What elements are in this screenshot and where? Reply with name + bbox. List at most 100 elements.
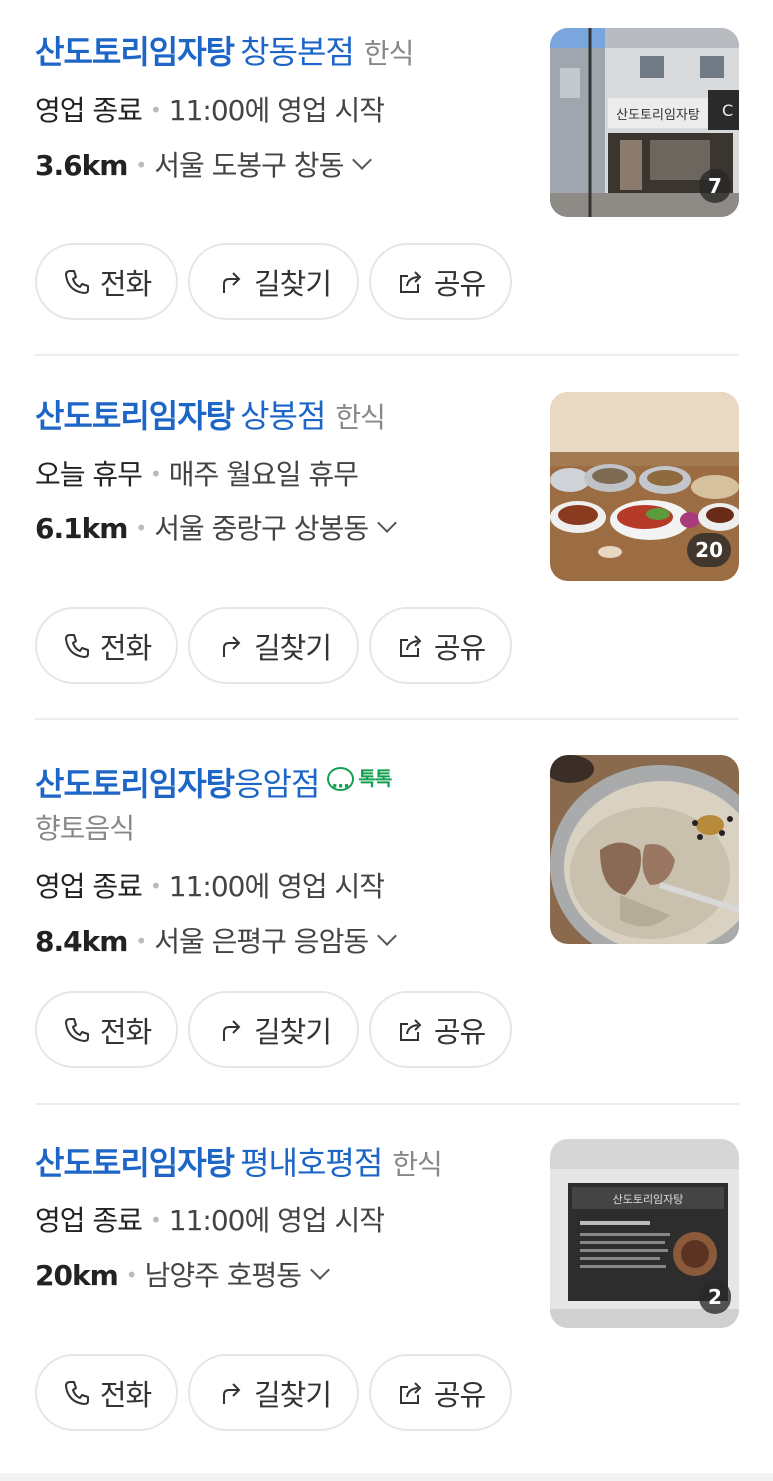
place-photo-soup[interactable] xyxy=(550,755,739,944)
phone-icon xyxy=(64,1017,89,1042)
separator-dot: • xyxy=(149,462,162,486)
svg-text:산도토리임자탕: 산도토리임자탕 xyxy=(613,1193,684,1206)
talktalk-label: 톡톡 xyxy=(358,768,392,790)
place-photo-signboard[interactable]: 산도토리임자탕 2 xyxy=(550,1139,739,1328)
place-branch-name[interactable]: 창동본점 xyxy=(240,33,355,71)
action-buttons: 전화 길찾기 공유 xyxy=(35,1354,512,1431)
place-branch-name[interactable]: 응암점 xyxy=(234,765,320,803)
place-branch-name[interactable]: 상봉점 xyxy=(240,397,326,435)
location-line[interactable]: 20km • 남양주 호평동 xyxy=(35,1255,330,1296)
action-buttons: 전화 길찾기 공유 xyxy=(35,243,512,320)
directions-button[interactable]: 길찾기 xyxy=(188,243,359,320)
share-button[interactable]: 공유 xyxy=(369,243,512,320)
place-category: 향토음식 xyxy=(35,812,135,845)
business-status: 영업 종료 xyxy=(35,94,143,127)
address: 남양주 호평동 xyxy=(144,1259,302,1292)
directions-button[interactable]: 길찾기 xyxy=(188,607,359,684)
business-status: 영업 종료 xyxy=(35,870,143,903)
share-label: 공유 xyxy=(433,630,486,665)
call-label: 전화 xyxy=(99,1014,152,1049)
share-button[interactable]: 공유 xyxy=(369,1354,512,1431)
business-hours: 영업 종료 • 11:00에 영업 시작 xyxy=(35,866,385,907)
business-status: 오늘 휴무 xyxy=(35,458,143,491)
place-title[interactable]: 산도토리임자탕 상봉점 한식 xyxy=(35,392,386,442)
directions-label: 길찾기 xyxy=(253,1377,332,1412)
call-button[interactable]: 전화 xyxy=(35,1354,178,1431)
card-divider xyxy=(35,718,739,720)
location-line[interactable]: 6.1km • 서울 중랑구 상봉동 xyxy=(35,508,397,549)
place-brand-name[interactable]: 산도토리임자탕 xyxy=(35,33,235,71)
share-label: 공유 xyxy=(433,266,486,301)
place-brand-name[interactable]: 산도토리임자탕 xyxy=(35,397,235,435)
card-divider xyxy=(35,354,739,356)
talktalk-badge[interactable]: 톡톡 xyxy=(327,755,392,811)
talktalk-icon xyxy=(327,763,355,811)
route-arrow-icon xyxy=(222,1019,241,1041)
place-title[interactable]: 산도토리임자탕 평내호평점 한식 xyxy=(35,1139,443,1189)
location-line[interactable]: 3.6km • 서울 도봉구 창동 xyxy=(35,145,373,186)
separator-dot: • xyxy=(149,874,162,898)
business-status-detail: 11:00에 영업 시작 xyxy=(168,1204,385,1237)
soup-photo xyxy=(550,755,739,944)
route-arrow-icon xyxy=(222,1382,241,1404)
phone-icon xyxy=(64,1380,89,1405)
share-icon xyxy=(399,1381,422,1404)
directions-button[interactable]: 길찾기 xyxy=(188,1354,359,1431)
chevron-down-icon[interactable] xyxy=(310,1260,330,1280)
directions-label: 길찾기 xyxy=(253,266,332,301)
share-icon xyxy=(399,634,422,657)
distance: 20km xyxy=(35,1259,119,1292)
separator-dot: • xyxy=(125,1263,138,1287)
call-label: 전화 xyxy=(99,630,152,665)
place-brand-name[interactable]: 산도토리임자탕 xyxy=(35,765,235,803)
bottom-section-separator xyxy=(0,1473,773,1481)
address: 서울 도봉구 창동 xyxy=(154,149,344,182)
directions-label: 길찾기 xyxy=(253,1014,332,1049)
place-branch-name[interactable]: 평내호평점 xyxy=(240,1144,383,1182)
address: 서울 중랑구 상봉동 xyxy=(154,512,369,545)
call-button[interactable]: 전화 xyxy=(35,991,178,1068)
business-hours: 오늘 휴무 • 매주 월요일 휴무 xyxy=(35,454,359,495)
share-label: 공유 xyxy=(433,1014,486,1049)
call-label: 전화 xyxy=(99,1377,152,1412)
share-icon xyxy=(399,270,422,293)
route-arrow-icon xyxy=(222,635,241,657)
route-arrow-icon xyxy=(222,271,241,293)
action-buttons: 전화 길찾기 공유 xyxy=(35,991,512,1068)
business-hours: 영업 종료 • 11:00에 영업 시작 xyxy=(35,1200,385,1241)
distance: 8.4km xyxy=(35,925,128,958)
place-photo-food-table[interactable]: 20 xyxy=(550,392,739,581)
chevron-down-icon[interactable] xyxy=(352,150,373,170)
photo-count-badge: 2 xyxy=(699,1280,731,1314)
place-category: 한식 xyxy=(335,401,386,434)
distance: 6.1km xyxy=(35,512,128,545)
share-button[interactable]: 공유 xyxy=(369,991,512,1068)
phone-icon xyxy=(64,269,89,294)
share-button[interactable]: 공유 xyxy=(369,607,512,684)
business-status-detail: 11:00에 영업 시작 xyxy=(168,94,385,127)
directions-button[interactable]: 길찾기 xyxy=(188,991,359,1068)
card-divider xyxy=(35,1103,739,1105)
chevron-down-icon[interactable] xyxy=(377,926,397,946)
phone-icon xyxy=(64,633,89,658)
place-brand-name[interactable]: 산도토리임자탕 xyxy=(35,1144,235,1182)
business-hours: 영업 종료 • 11:00에 영업 시작 xyxy=(35,90,385,131)
place-title[interactable]: 산도토리임자탕 창동본점 한식 xyxy=(35,28,414,78)
separator-dot: • xyxy=(149,98,162,122)
place-title[interactable]: 산도토리임자탕응암점 톡톡 xyxy=(35,755,392,811)
address: 서울 은평구 응암동 xyxy=(154,925,369,958)
call-label: 전화 xyxy=(99,266,152,301)
search-results-list: 산도토리임자탕 창동본점 한식 영업 종료 • 11:00에 영업 시작 3.6km • 서… xyxy=(0,0,773,1481)
business-status: 영업 종료 xyxy=(35,1204,143,1237)
call-button[interactable]: 전화 xyxy=(35,243,178,320)
location-line[interactable]: 8.4km • 서울 은평구 응암동 xyxy=(35,921,397,962)
separator-dot: • xyxy=(135,153,147,177)
business-status-detail: 매주 월요일 휴무 xyxy=(168,458,359,491)
call-button[interactable]: 전화 xyxy=(35,607,178,684)
directions-label: 길찾기 xyxy=(253,630,332,665)
business-status-detail: 11:00에 영업 시작 xyxy=(168,870,385,903)
separator-dot: • xyxy=(135,516,147,540)
chevron-down-icon[interactable] xyxy=(377,513,397,533)
separator-dot: • xyxy=(135,929,147,953)
place-photo-storefront[interactable]: 산도토리임자탕 C 7 xyxy=(550,28,739,217)
